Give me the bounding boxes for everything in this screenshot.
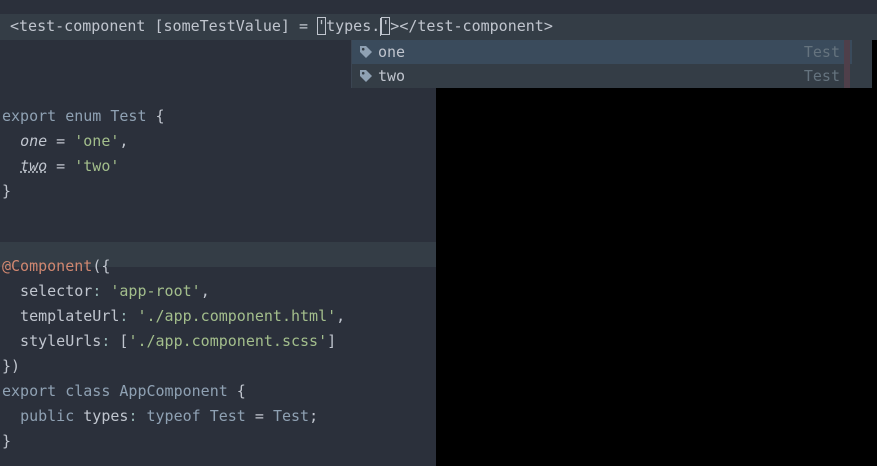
code-token: public <box>20 407 75 425</box>
code-token: './app.component.html' <box>137 307 337 325</box>
code-token: : <box>119 307 138 325</box>
autocomplete-label: two <box>378 67 406 85</box>
code-token: types <box>74 407 129 425</box>
template-line[interactable]: <test-component [someTestValue] = 'types… <box>10 14 553 39</box>
code-line[interactable]: export enum Test { <box>2 104 165 129</box>
code-line[interactable]: selector: 'app-root', <box>2 279 210 304</box>
code-token: export <box>2 107 57 125</box>
code-line[interactable]: two = 'two' <box>2 154 119 179</box>
autocomplete-label: one <box>378 43 406 61</box>
code-token: export <box>2 382 57 400</box>
code-token: = <box>47 132 75 150</box>
code-token: 'one' <box>74 132 120 150</box>
code-line[interactable]: }) <box>2 354 20 379</box>
code-token: 'app-root' <box>110 282 201 300</box>
code-token: enum <box>65 107 102 125</box>
code-editor[interactable]: export enum Test { one = 'one', two = 't… <box>0 40 436 466</box>
code-token: one <box>20 132 48 150</box>
template-expression: types. <box>326 17 381 35</box>
code-token: selector <box>2 282 93 300</box>
code-line[interactable]: styleUrls: ['./app.component.scss'] <box>2 329 336 354</box>
code-token: two <box>20 157 48 175</box>
autocomplete-type: Test <box>803 43 840 61</box>
code-line[interactable]: } <box>2 179 11 204</box>
editor-top-pane <box>0 0 877 14</box>
code-token: typeof <box>146 407 201 425</box>
code-token: templateUrl <box>2 307 120 325</box>
code-token: AppComponent <box>119 382 228 400</box>
code-token: ] <box>327 332 337 350</box>
code-token: class <box>65 382 111 400</box>
tag-icon <box>360 46 372 58</box>
code-token: ({ <box>92 257 111 275</box>
code-token: styleUrls <box>2 332 102 350</box>
code-token: @Component <box>2 257 93 275</box>
code-token: { <box>227 382 246 400</box>
code-line[interactable]: one = 'one', <box>2 129 128 154</box>
code-token: } <box>2 432 12 450</box>
code-token: , <box>336 307 346 325</box>
autocomplete-type: Test <box>803 67 840 85</box>
code-token: 'two' <box>74 157 120 175</box>
code-token: : <box>128 407 147 425</box>
code-token: , <box>200 282 210 300</box>
template-text-start: <test-component [someTestValue] = <box>10 17 318 35</box>
autocomplete-item[interactable]: one Test <box>352 40 852 64</box>
code-token: , <box>119 132 129 150</box>
code-token: ; <box>309 407 319 425</box>
quote-close: ' <box>381 17 391 35</box>
code-token: : <box>92 282 111 300</box>
code-token: './app.component.scss' <box>128 332 328 350</box>
code-token: Test <box>272 407 310 425</box>
code-line[interactable]: export class AppComponent { <box>2 379 246 404</box>
active-line[interactable]: <test-component [someTestValue] = 'types… <box>0 14 877 40</box>
code-line[interactable]: } <box>2 429 11 454</box>
autocomplete-item[interactable]: two Test <box>352 64 852 88</box>
code-line[interactable]: public types: typeof Test = Test; <box>2 404 318 429</box>
code-token: }) <box>2 357 21 375</box>
code-line[interactable]: templateUrl: './app.component.html', <box>2 304 345 329</box>
code-token: = <box>47 157 75 175</box>
code-line[interactable]: @Component({ <box>2 254 110 279</box>
template-text-end: ></test-component> <box>390 17 553 35</box>
code-token: Test <box>209 407 246 425</box>
quote-open: ' <box>317 17 327 35</box>
code-token: } <box>2 182 12 200</box>
code-token: : <box>101 332 120 350</box>
autocomplete-popup[interactable]: one Test two Test <box>351 40 872 88</box>
tag-icon <box>360 70 372 82</box>
code-token: = <box>245 407 273 425</box>
code-token: Test <box>110 107 147 125</box>
code-token: { <box>146 107 165 125</box>
autocomplete-scrollbar[interactable] <box>844 40 850 88</box>
